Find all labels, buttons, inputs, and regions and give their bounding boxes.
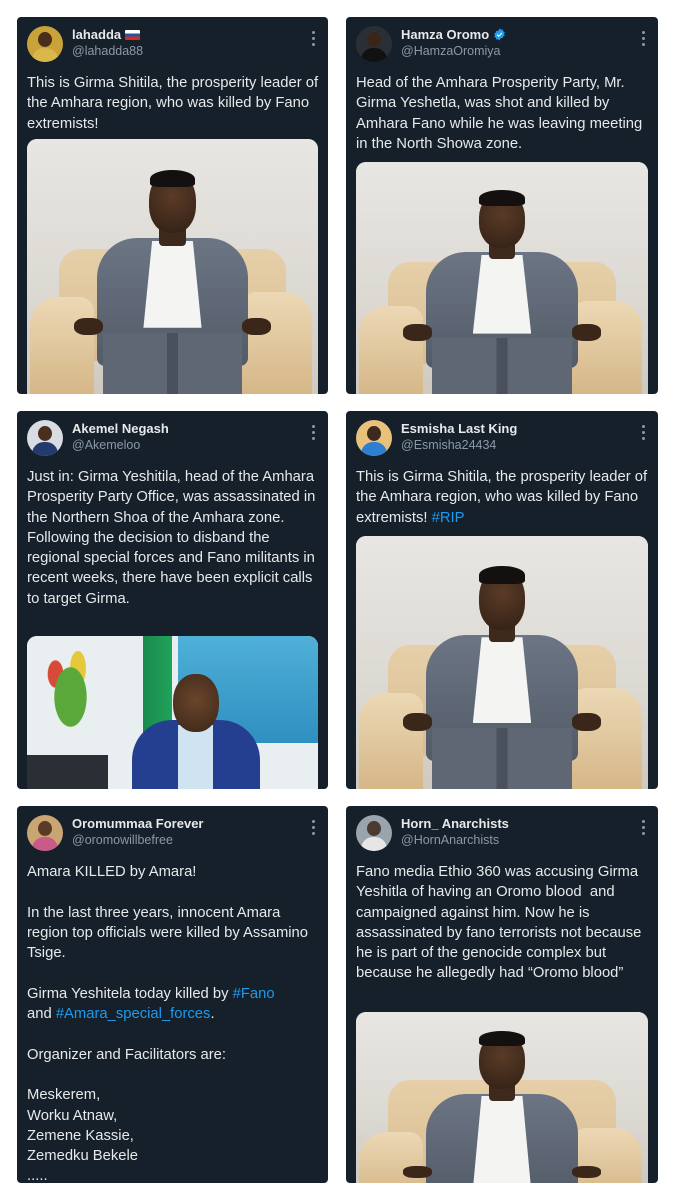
author-name[interactable]: Horn_ Anarchists	[401, 816, 509, 831]
tweet-header: Oromummaa Forever @oromowillbefree	[17, 806, 328, 858]
author-handle[interactable]: @HornAnarchists	[401, 833, 499, 847]
tweet-text: This is Girma Shitila, the prosperity le…	[356, 469, 652, 526]
author-handle[interactable]: @oromowillbefree	[72, 833, 173, 847]
hashtag-link[interactable]: #Fano	[233, 986, 275, 1002]
avatar[interactable]	[27, 420, 63, 456]
more-vertical-icon[interactable]	[642, 425, 646, 443]
verified-badge-icon	[494, 28, 505, 41]
more-vertical-icon[interactable]	[642, 820, 646, 838]
tweet-card-6[interactable]: Horn_ Anarchists @HornAnarchists Fano me…	[346, 806, 658, 1183]
hashtag-link[interactable]: #Amara_special_forces	[56, 1006, 211, 1022]
tweet-header: Hamza Oromo @HamzaOromiya	[346, 17, 658, 69]
author-handle[interactable]: @HamzaOromiya	[401, 44, 501, 58]
avatar[interactable]	[356, 420, 392, 456]
tweet-photo[interactable]	[27, 636, 318, 789]
more-vertical-icon[interactable]	[312, 820, 316, 838]
tweet-header: Akemel Negash @Akemeloo	[17, 411, 328, 463]
tweet-photo[interactable]	[356, 536, 648, 789]
author-name[interactable]: Hamza Oromo	[401, 27, 506, 42]
more-vertical-icon[interactable]	[312, 31, 316, 49]
tweet-text: This is Girma Shitila, the prosperity le…	[27, 75, 323, 132]
russia-flag-icon	[125, 30, 141, 40]
tweet-card-3[interactable]: Akemel Negash @Akemeloo Just in: Girma Y…	[17, 411, 328, 789]
avatar[interactable]	[27, 815, 63, 851]
tweet-card-2[interactable]: Hamza Oromo @HamzaOromiya Head of the Am…	[346, 17, 658, 394]
tweet-photo[interactable]	[356, 162, 648, 394]
tweet-text: Head of the Amhara Prosperity Party, Mr.…	[356, 75, 647, 152]
author-name[interactable]: Oromummaa Forever	[72, 816, 204, 831]
tweet-card-4[interactable]: Esmisha Last King @Esmisha24434 This is …	[346, 411, 658, 789]
tweet-photo[interactable]	[27, 139, 318, 394]
avatar[interactable]	[356, 815, 392, 851]
tweet-text: Amara KILLED by Amara! In the last three…	[27, 864, 309, 1183]
more-vertical-icon[interactable]	[642, 31, 646, 49]
tweet-photo[interactable]	[356, 1012, 648, 1183]
tweet-text: Fano media Ethio 360 was accusing Girma …	[356, 864, 646, 982]
author-handle[interactable]: @lahadda88	[72, 44, 143, 58]
tweet-card-1[interactable]: lahadda @lahadda88 This is Girma Shitila…	[17, 17, 328, 394]
author-name[interactable]: Akemel Negash	[72, 421, 169, 436]
author-name[interactable]: lahadda	[72, 27, 141, 42]
hashtag-link[interactable]: #RIP	[432, 510, 465, 526]
tweet-card-5[interactable]: Oromummaa Forever @oromowillbefree Amara…	[17, 806, 328, 1183]
avatar[interactable]	[27, 26, 63, 62]
tweet-header: lahadda @lahadda88	[17, 17, 328, 69]
more-vertical-icon[interactable]	[312, 425, 316, 443]
avatar[interactable]	[356, 26, 392, 62]
author-handle[interactable]: @Esmisha24434	[401, 438, 496, 452]
tweet-header: Esmisha Last King @Esmisha24434	[346, 411, 658, 463]
author-name[interactable]: Esmisha Last King	[401, 421, 517, 436]
tweet-header: Horn_ Anarchists @HornAnarchists	[346, 806, 658, 858]
author-handle[interactable]: @Akemeloo	[72, 438, 140, 452]
tweet-text: Just in: Girma Yeshitila, head of the Am…	[27, 469, 320, 607]
